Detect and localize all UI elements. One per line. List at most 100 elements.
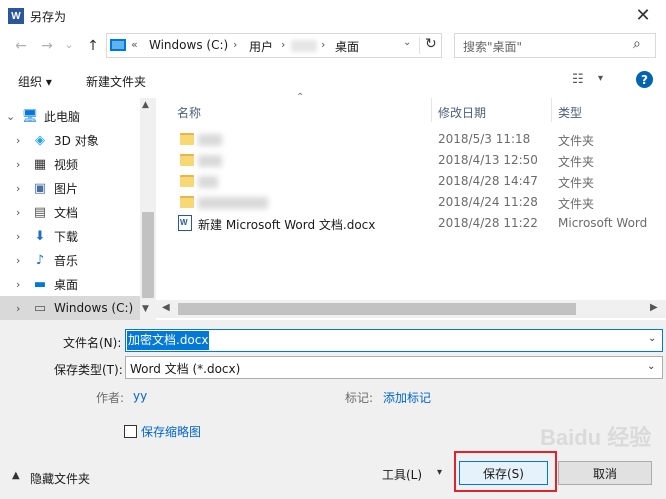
save-thumbnail-checkbox[interactable]: [124, 425, 137, 438]
sidebar-item-videos[interactable]: › ▦ 视频: [0, 152, 140, 176]
chevron-right-icon[interactable]: ›: [16, 230, 20, 243]
watermark-logo: Baidu 经验: [540, 425, 652, 450]
save-type-label: 保存类型(T):: [54, 363, 123, 377]
breadcrumb-separator[interactable]: ›: [281, 38, 285, 51]
author-value[interactable]: yy: [133, 389, 147, 403]
chevron-down-icon[interactable]: ▾: [437, 467, 442, 478]
filename-value[interactable]: 加密文档.docx: [127, 331, 210, 350]
scroll-right-arrow[interactable]: ▶: [650, 302, 658, 313]
document-icon: ▤: [33, 204, 47, 220]
breadcrumb-users[interactable]: 用户: [249, 38, 273, 55]
file-name-redacted: [198, 176, 218, 188]
window-title: 另存为: [30, 10, 67, 24]
column-header-date[interactable]: 修改日期: [438, 104, 486, 130]
sidebar-item-desktop[interactable]: › ▬ 桌面: [0, 272, 140, 296]
back-button[interactable]: ←: [12, 36, 30, 56]
file-type: 文件夹: [558, 197, 595, 211]
chevron-right-icon[interactable]: ›: [16, 134, 20, 147]
column-divider[interactable]: [431, 98, 432, 122]
sidebar-item-documents[interactable]: › ▤ 文档: [0, 200, 140, 224]
drive-icon: ▭: [33, 300, 47, 316]
list-item[interactable]: 2018/4/28 14:47 文件夹: [166, 171, 666, 192]
save-type-value: Word 文档 (*.docx): [130, 362, 241, 376]
file-type: 文件夹: [558, 176, 595, 190]
folder-icon: [180, 175, 194, 187]
list-item[interactable]: 2018/5/3 11:18 文件夹: [166, 129, 666, 150]
new-folder-button[interactable]: 新建文件夹: [86, 73, 146, 90]
save-type-select[interactable]: Word 文档 (*.docx) ⌄: [125, 356, 663, 379]
list-item[interactable]: 2018/4/24 11:28 文件夹: [166, 192, 666, 213]
column-divider[interactable]: [551, 98, 552, 122]
search-box[interactable]: 搜索"桌面" ⌕: [454, 33, 656, 58]
sidebar-item-3d-objects[interactable]: › ◈ 3D 对象: [0, 128, 140, 152]
computer-icon: 🖥: [21, 108, 39, 124]
chevron-down-icon[interactable]: ⌄: [647, 361, 655, 372]
sidebar-item-label: 音乐: [54, 253, 79, 268]
help-icon[interactable]: ?: [636, 71, 653, 88]
forward-button[interactable]: →: [38, 36, 56, 56]
scroll-up-arrow[interactable]: ▲: [142, 100, 149, 110]
sidebar-item-pictures[interactable]: › ▣ 图片: [0, 176, 140, 200]
chevron-right-icon[interactable]: ›: [16, 158, 20, 171]
sidebar-item-label: 文档: [54, 205, 79, 220]
word-document-icon: [178, 215, 192, 231]
picture-icon: ▣: [33, 180, 47, 196]
address-bar[interactable]: « Windows (C:) › 用户 › › 桌面 ⌄ ↻: [106, 33, 442, 58]
chevron-right-icon[interactable]: ›: [16, 206, 20, 219]
recent-locations-button[interactable]: ⌄: [62, 34, 76, 54]
file-date: 2018/4/24 11:28: [438, 195, 538, 209]
desktop-icon: ▬: [33, 276, 47, 292]
sidebar-item-label: 图片: [54, 181, 79, 196]
refresh-icon[interactable]: ↻: [425, 36, 437, 52]
horizontal-scrollbar-thumb[interactable]: [178, 303, 576, 315]
file-type: Microsoft Word: [558, 216, 648, 230]
sidebar-item-this-pc[interactable]: ⌄ 🖥 此电脑: [0, 104, 140, 128]
breadcrumb-user-redacted[interactable]: [291, 40, 317, 52]
chevron-right-icon[interactable]: ›: [16, 278, 20, 291]
breadcrumb-drive[interactable]: Windows (C:): [149, 38, 228, 52]
chevron-up-icon[interactable]: ▲: [12, 470, 20, 481]
up-button[interactable]: ↑: [84, 36, 102, 56]
sidebar-item-downloads[interactable]: › ⬇ 下载: [0, 224, 140, 248]
chevron-right-icon[interactable]: ›: [16, 302, 20, 315]
close-icon[interactable]: ✕: [628, 3, 658, 27]
organize-button[interactable]: 组织 ▾: [18, 73, 52, 90]
list-item[interactable]: 2018/4/13 12:50 文件夹: [166, 150, 666, 171]
sidebar-item-windows-c[interactable]: › ▭ Windows (C:): [0, 296, 140, 320]
breadcrumb-separator[interactable]: ›: [233, 38, 237, 51]
author-label: 作者:: [96, 391, 125, 405]
scroll-left-arrow[interactable]: ◀: [162, 302, 170, 313]
view-options-icon[interactable]: ☷: [572, 72, 584, 87]
download-icon: ⬇: [34, 228, 46, 244]
column-header-name[interactable]: 名称: [177, 104, 201, 130]
hide-folders-button[interactable]: 隐藏文件夹: [30, 470, 90, 487]
sidebar-item-music[interactable]: › ♪ 音乐: [0, 248, 140, 272]
chevron-down-icon[interactable]: ⌄: [648, 333, 656, 344]
breadcrumb-separator[interactable]: ›: [321, 38, 325, 51]
save-thumbnail-label[interactable]: 保存缩略图: [141, 423, 201, 440]
scroll-down-arrow[interactable]: ▼: [142, 304, 149, 314]
cancel-button[interactable]: 取消: [558, 461, 652, 485]
list-item[interactable]: 新建 Microsoft Word 文档.docx 2018/4/28 11:2…: [166, 213, 666, 234]
chevron-right-icon[interactable]: ›: [16, 254, 20, 267]
search-icon[interactable]: ⌕: [633, 36, 641, 52]
this-pc-icon: [110, 39, 126, 51]
navigation-scrollbar-thumb[interactable]: [142, 212, 154, 298]
column-header-type[interactable]: 类型: [558, 104, 582, 130]
cube-icon: ◈: [35, 132, 45, 148]
chevron-down-icon[interactable]: ▾: [598, 73, 603, 84]
film-icon: ▦: [33, 156, 47, 172]
filename-label: 文件名(N):: [63, 336, 122, 350]
file-date: 2018/5/3 11:18: [438, 132, 531, 146]
search-input[interactable]: 搜索"桌面": [463, 38, 522, 55]
chevron-down-icon[interactable]: ⌄: [6, 110, 15, 123]
chevron-down-icon[interactable]: ⌄: [403, 37, 411, 48]
highlight-annotation: [454, 451, 557, 492]
sidebar-item-label: 3D 对象: [54, 133, 99, 148]
file-name-redacted: [198, 155, 222, 167]
add-tags-link[interactable]: 添加标记: [383, 389, 431, 406]
chevron-right-icon[interactable]: ›: [16, 182, 20, 195]
breadcrumb-desktop[interactable]: 桌面: [335, 38, 359, 55]
tools-button[interactable]: 工具(L): [382, 466, 422, 483]
breadcrumb-overflow[interactable]: «: [131, 38, 138, 51]
